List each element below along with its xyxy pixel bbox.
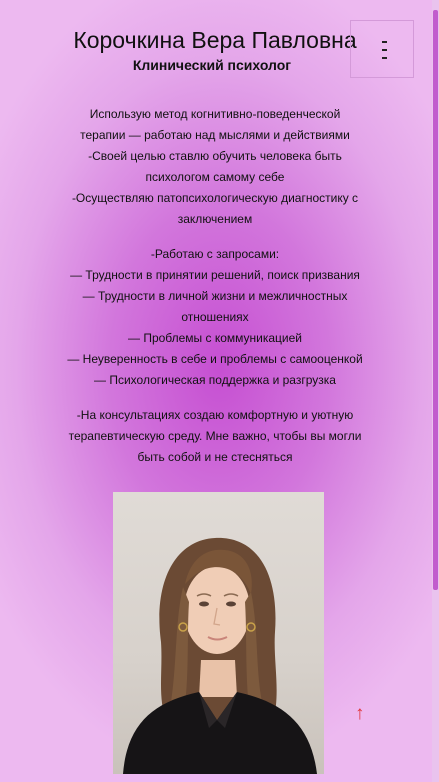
consultation-paragraph: -На консультациях создаю комфортную и ую… xyxy=(62,405,368,468)
hamburger-menu-button[interactable] xyxy=(350,20,414,78)
request-item: отношениях xyxy=(181,310,249,324)
arrow-up-icon: ↑ xyxy=(355,703,365,724)
about-line: терапии — работаю над мыслями и действия… xyxy=(80,128,350,142)
page-scrollbar[interactable] xyxy=(432,0,439,782)
request-item: — Проблемы с коммуникацией xyxy=(127,331,303,345)
about-paragraph: Использую метод когнитивно-поведенческой… xyxy=(62,104,368,230)
about-line: Использую метод когнитивно-поведенческой xyxy=(89,107,341,121)
consult-line: терапевтическую среду. Мне важно, чтобы … xyxy=(68,429,362,443)
request-item: — Неуверенность в себе и проблемы с само… xyxy=(67,352,363,366)
requests-heading: -Работаю с запросами: xyxy=(150,247,280,261)
scrollbar-thumb[interactable] xyxy=(433,10,438,590)
request-item: — Психологическая поддержка и разгрузка xyxy=(94,373,336,387)
request-item: — Трудности в личной жизни и межличностн… xyxy=(82,289,348,303)
about-line: психологом самому себе xyxy=(145,170,285,184)
psychologist-photo xyxy=(113,492,324,774)
about-line: -Своей целью ставлю обучить человека быт… xyxy=(88,149,342,163)
requests-list: -Работаю с запросами: — Трудности в прин… xyxy=(62,244,368,391)
about-line: -Осуществляю патопсихологическую диагнос… xyxy=(71,191,359,205)
request-item: — Трудности в принятии решений, поиск пр… xyxy=(70,268,360,282)
consult-line: быть собой и не стесняться xyxy=(137,450,293,464)
about-line: заключением xyxy=(177,212,253,226)
consult-line: -На консультациях создаю комфортную и ую… xyxy=(76,408,354,422)
scroll-to-top-button[interactable]: ↑ xyxy=(355,704,365,724)
